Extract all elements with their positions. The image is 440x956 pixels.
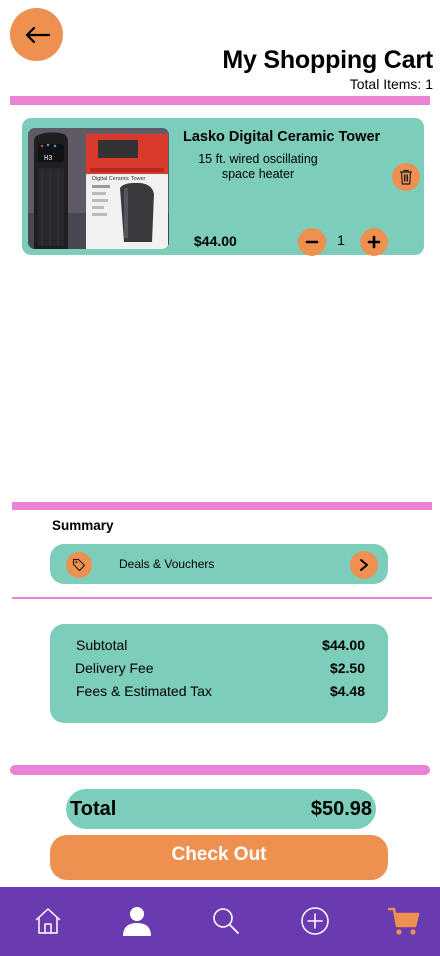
delivery-fee-label: Delivery Fee [75,660,154,676]
tax-label: Fees & Estimated Tax [76,683,212,699]
product-description: 15 ft. wired oscillating space heater [198,152,318,181]
plus-icon [367,235,381,249]
summary-heading: Summary [52,518,114,533]
deals-vouchers-label: Deals & Vouchers [119,557,215,571]
nav-cart[interactable] [387,904,421,938]
product-price: $44.00 [194,233,237,249]
back-button[interactable] [10,8,63,61]
trash-icon [400,169,412,185]
total-items-count: Total Items: 1 [349,76,433,92]
tag-icon [72,558,86,572]
deals-vouchers-row[interactable]: Deals & Vouchers [50,544,388,584]
arrow-left-icon [25,26,50,43]
product-image[interactable]: Digital Ceramic Tower H3 [28,128,169,249]
remove-item-button[interactable] [392,163,420,191]
cart-icon [388,907,420,935]
add-icon [301,907,329,935]
page-title: My Shopping Cart [222,46,433,74]
summary-divider [12,502,432,510]
minus-icon [305,240,319,244]
deals-open-button[interactable] [350,551,378,579]
checkout-button[interactable]: Check Out [50,835,388,880]
chevron-right-icon [360,559,368,571]
nav-add[interactable] [298,904,332,938]
cart-item-card: Digital Ceramic Tower H3 Lasko Digital C… [22,118,424,256]
home-icon [35,908,61,934]
svg-text:H3: H3 [44,155,52,163]
nav-home[interactable] [31,904,65,938]
product-name[interactable]: Lasko Digital Ceramic Tower [183,129,380,145]
total-label: Total [70,798,117,820]
subtotal-label: Subtotal [76,637,128,653]
nav-search[interactable] [209,904,243,938]
delivery-fee-value: $2.50 [329,660,365,676]
fees-breakdown-card: Subtotal $44.00 Delivery Fee $2.50 Fees … [50,624,388,723]
quantity-value: 1 [337,232,345,248]
total-pill: Total $50.98 [66,789,376,829]
profile-icon [123,907,151,936]
bottom-nav [0,887,440,956]
total-value: $50.98 [310,798,372,820]
search-icon [213,908,239,934]
deals-divider [12,597,432,599]
decrease-quantity-button[interactable] [298,228,326,256]
increase-quantity-button[interactable] [360,228,388,256]
tax-value: $4.48 [329,683,365,699]
tag-icon-circle [66,552,92,578]
subtotal-value: $44.00 [322,637,365,653]
svg-text:Digital Ceramic Tower: Digital Ceramic Tower [92,176,146,182]
header-divider [10,96,430,105]
total-divider [10,765,430,775]
nav-profile[interactable] [120,904,154,938]
